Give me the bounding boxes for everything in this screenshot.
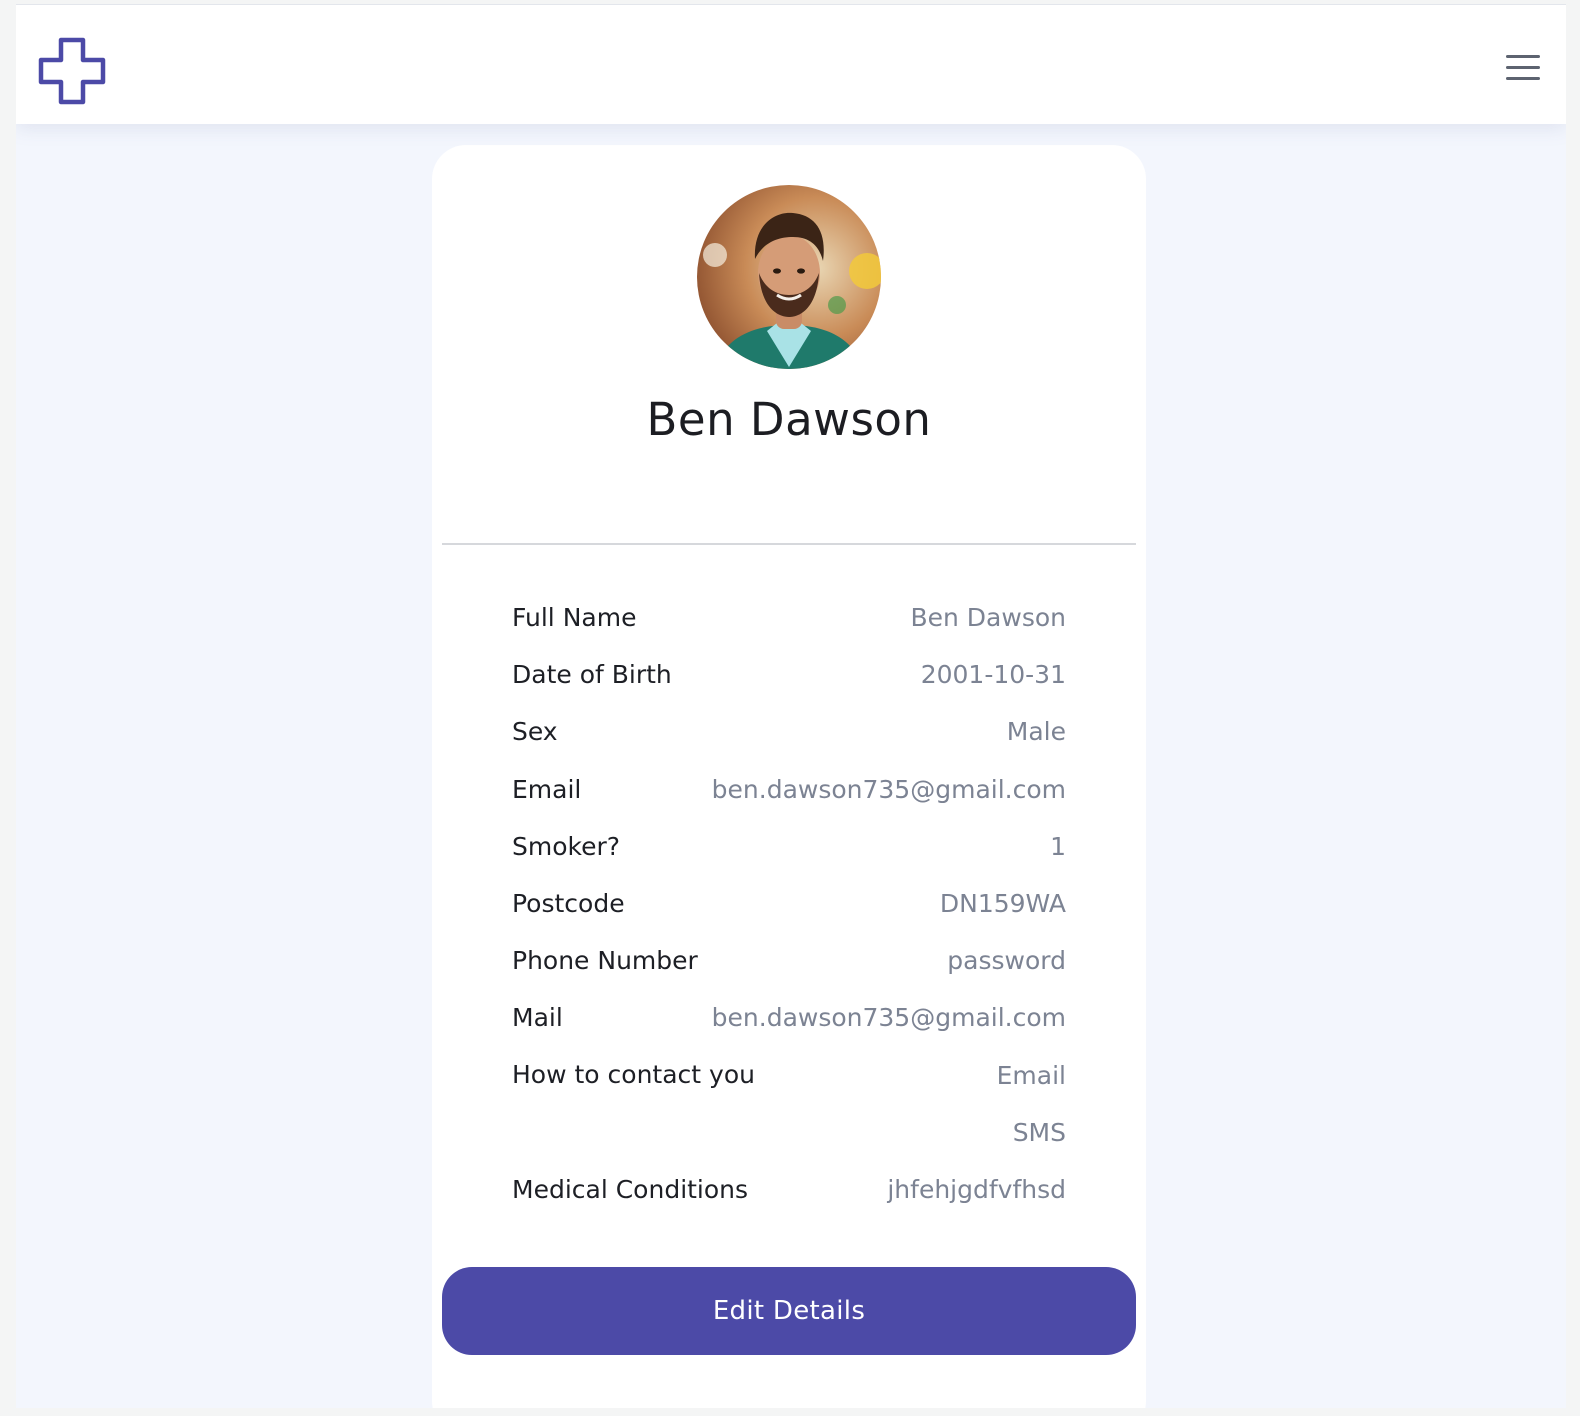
detail-value: ben.dawson735@gmail.com bbox=[711, 774, 1066, 804]
detail-label: Postcode bbox=[512, 889, 625, 919]
detail-value: ben.dawson735@gmail.com bbox=[711, 1003, 1066, 1033]
detail-label: Date of Birth bbox=[512, 660, 672, 690]
divider bbox=[442, 543, 1136, 545]
menu-bar-bottom bbox=[1506, 77, 1540, 80]
contact-method-email: Email bbox=[996, 1060, 1066, 1090]
detail-value: jhfehjgdfvfhsd bbox=[887, 1174, 1066, 1204]
detail-value: password bbox=[947, 946, 1066, 976]
detail-value: 2001-10-31 bbox=[920, 660, 1066, 690]
detail-label: Full Name bbox=[512, 603, 637, 633]
medical-cross-logo-icon[interactable] bbox=[38, 37, 106, 105]
avatar bbox=[697, 185, 881, 369]
detail-label: How to contact you bbox=[512, 1059, 755, 1089]
detail-row-mail: Mail ben.dawson735@gmail.com bbox=[512, 989, 1066, 1046]
hamburger-menu-icon[interactable] bbox=[1504, 51, 1544, 85]
profile-card: Ben Dawson Full Name Ben Dawson Date of … bbox=[432, 145, 1146, 1408]
detail-label: Medical Conditions bbox=[512, 1174, 749, 1204]
detail-row-postcode: Postcode DN159WA bbox=[512, 875, 1066, 932]
detail-label: Phone Number bbox=[512, 946, 698, 976]
details-list: Full Name Ben Dawson Date of Birth 2001-… bbox=[512, 589, 1066, 1218]
detail-value: Male bbox=[1006, 717, 1066, 747]
edit-details-button[interactable]: Edit Details bbox=[442, 1267, 1136, 1355]
contact-method-list: Email SMS bbox=[997, 1047, 1066, 1161]
top-navbar bbox=[16, 5, 1566, 124]
detail-value: 1 bbox=[1050, 831, 1066, 861]
contact-method-sms: SMS bbox=[1012, 1117, 1066, 1147]
detail-row-contact-preference: How to contact you Email SMS bbox=[512, 1047, 1066, 1161]
detail-row-phone-number: Phone Number password bbox=[512, 932, 1066, 989]
detail-label: Smoker? bbox=[512, 831, 621, 861]
detail-value: DN159WA bbox=[939, 889, 1066, 919]
detail-row-date-of-birth: Date of Birth 2001-10-31 bbox=[512, 646, 1066, 703]
menu-bar-middle bbox=[1506, 66, 1540, 69]
menu-bar-top bbox=[1506, 55, 1540, 58]
app-window: Ben Dawson Full Name Ben Dawson Date of … bbox=[16, 4, 1566, 1408]
detail-label: Sex bbox=[512, 717, 558, 747]
detail-row-email: Email ben.dawson735@gmail.com bbox=[512, 761, 1066, 818]
detail-row-smoker: Smoker? 1 bbox=[512, 818, 1066, 875]
detail-row-medical-conditions: Medical Conditions jhfehjgdfvfhsd bbox=[512, 1161, 1066, 1218]
profile-name: Ben Dawson bbox=[646, 393, 932, 446]
detail-label: Email bbox=[512, 774, 582, 804]
detail-row-sex: Sex Male bbox=[512, 703, 1066, 760]
detail-row-full-name: Full Name Ben Dawson bbox=[512, 589, 1066, 646]
detail-value: Ben Dawson bbox=[910, 603, 1066, 633]
detail-label: Mail bbox=[512, 1003, 563, 1033]
